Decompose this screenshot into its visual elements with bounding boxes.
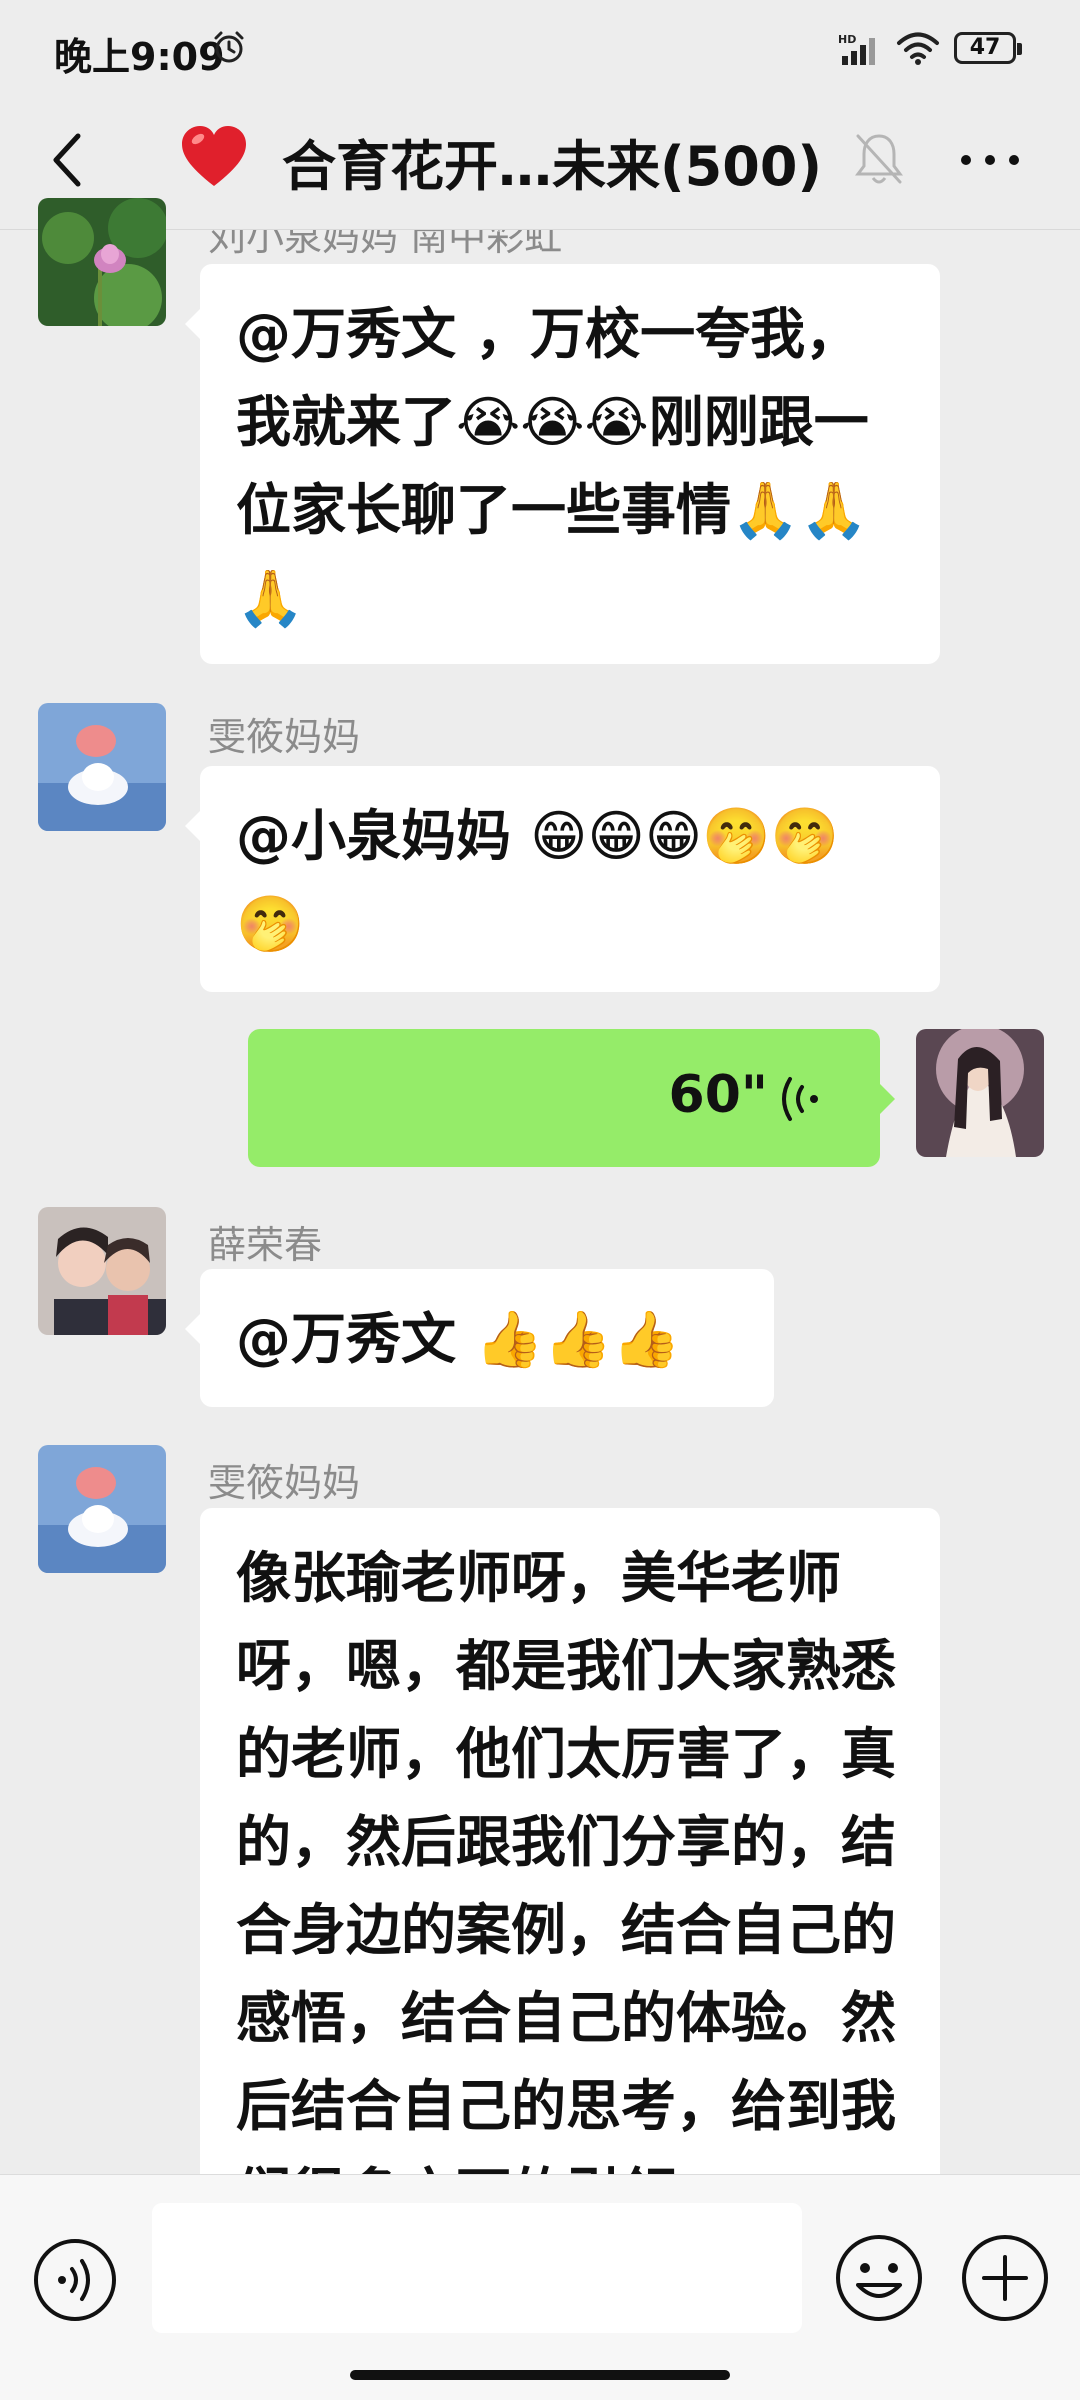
sender-name: 雯筱妈妈 bbox=[208, 715, 361, 759]
girl-avatar-image bbox=[916, 1029, 1044, 1157]
message-bubble[interactable]: 像张瑜老师呀，美华老师呀，嗯，都是我们大家熟悉的老师，他们太厉害了，真的，然后跟… bbox=[200, 1508, 940, 2188]
signal-icon: HD bbox=[838, 33, 875, 65]
wifi-icon bbox=[897, 32, 939, 65]
home-indicator bbox=[350, 2370, 730, 2380]
sender-name: 薛荣春 bbox=[208, 1223, 323, 1267]
message-input[interactable] bbox=[152, 2203, 802, 2333]
voice-toggle-icon[interactable] bbox=[32, 2237, 118, 2323]
plus-button-icon[interactable] bbox=[960, 2233, 1050, 2323]
lotus-avatar-image bbox=[38, 1445, 166, 1573]
message-bubble[interactable]: @小泉妈妈 😁😁😁🤭🤭🤭 bbox=[185, 766, 940, 992]
battery-indicator: 47 bbox=[954, 32, 1022, 64]
mute-icon bbox=[855, 134, 903, 184]
avatar[interactable] bbox=[38, 703, 166, 831]
voice-wave-icon bbox=[782, 1077, 818, 1121]
alarm-icon bbox=[214, 31, 244, 63]
message-bubble[interactable]: @万秀文 👍👍👍 bbox=[185, 1269, 774, 1407]
family-avatar-image bbox=[38, 1207, 166, 1335]
status-time: 晚上9:09 bbox=[54, 35, 225, 79]
message-bubble[interactable]: @万秀文 ，万校一夸我，我就来了😭😭😭刚刚跟一位家长聊了一些事情🙏🙏🙏 bbox=[185, 264, 940, 664]
self-avatar[interactable] bbox=[916, 1029, 1044, 1157]
back-icon[interactable] bbox=[44, 128, 92, 192]
voice-duration: 60" bbox=[668, 1065, 768, 1125]
chat-title[interactable]: 合育花开…未来(500) bbox=[282, 122, 822, 201]
emoji-button-icon[interactable] bbox=[834, 2233, 924, 2323]
more-icon[interactable] bbox=[958, 152, 1022, 168]
status-bar: 晚上9:09 HD 47 bbox=[0, 0, 1080, 96]
network-label: HD bbox=[838, 33, 856, 46]
avatar[interactable] bbox=[38, 1207, 166, 1335]
input-bar bbox=[0, 2174, 1080, 2400]
voice-message-bubble[interactable]: 60" bbox=[248, 1029, 895, 1167]
avatar[interactable] bbox=[38, 1445, 166, 1573]
lotus-avatar-image bbox=[38, 703, 166, 831]
sender-name: 雯筱妈妈 bbox=[208, 1461, 361, 1505]
heart-icon bbox=[182, 126, 246, 186]
lotus-avatar-image bbox=[38, 198, 166, 326]
avatar[interactable] bbox=[38, 198, 166, 326]
